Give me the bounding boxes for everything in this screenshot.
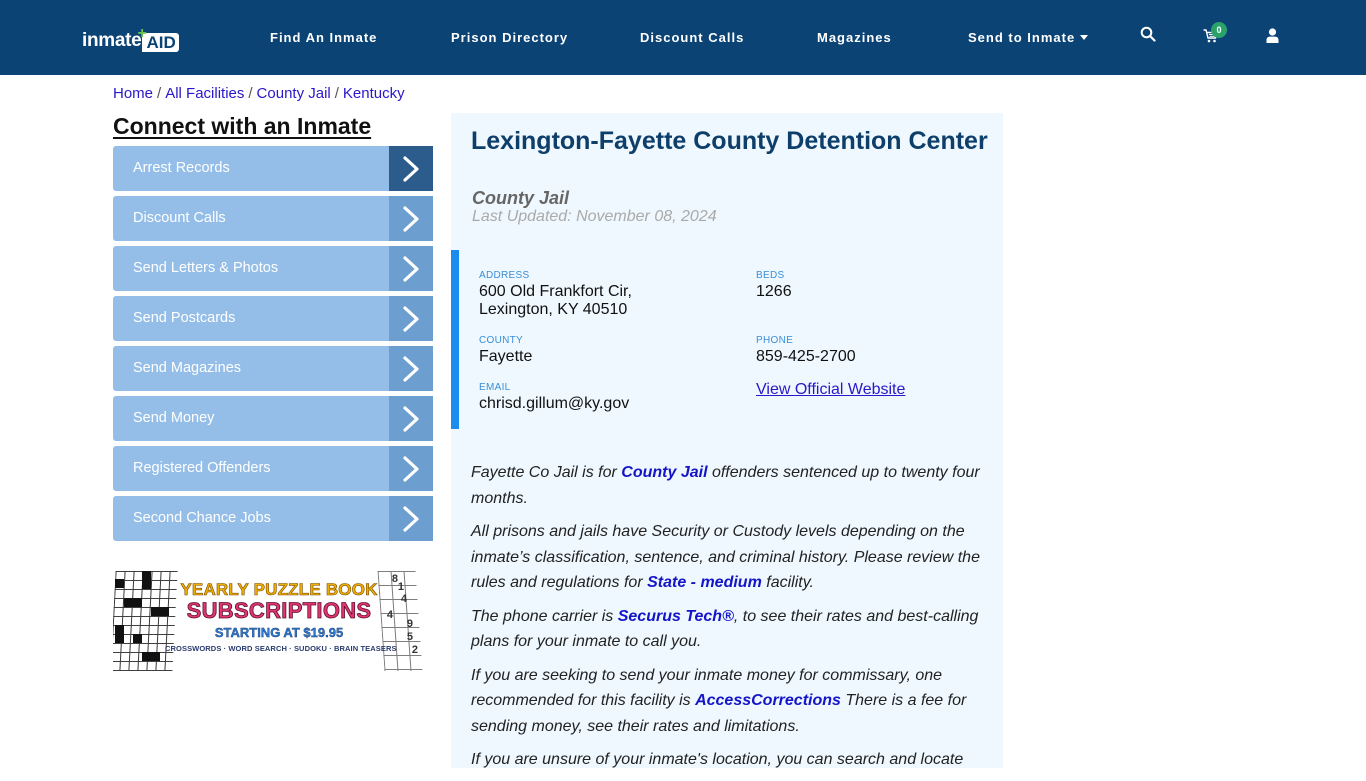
- facility-description: Fayette Co Jail is for County Jail offen…: [471, 460, 991, 781]
- crossword-block: [142, 652, 160, 661]
- sidebar-item-send-money[interactable]: Send Money: [113, 396, 433, 441]
- sidebar-item-label: Registered Offenders: [133, 460, 271, 476]
- text: Fayette Co Jail is for: [471, 464, 622, 481]
- beds-value: 1266: [756, 283, 792, 300]
- sudoku-number: 5: [406, 631, 413, 643]
- chevron-right-icon: [389, 196, 433, 241]
- banner-categories: CROSSWORDS · WORD SEARCH · SUDOKU · BRAI…: [165, 644, 397, 653]
- sidebar-item-send-magazines[interactable]: Send Magazines: [113, 346, 433, 391]
- email-label: EMAIL: [479, 382, 511, 393]
- nav-send-to-inmate-label: Send to Inmate: [968, 30, 1076, 45]
- top-navigation-bar: inmate + AID Find An Inmate Prison Direct…: [0, 0, 1366, 75]
- info-accent-bar: [451, 250, 459, 429]
- description-paragraph: Fayette Co Jail is for County Jail offen…: [471, 460, 991, 511]
- county-value: Fayette: [479, 348, 533, 365]
- breadcrumb: Home / All Facilities / County Jail / Kentucky: [113, 85, 405, 102]
- breadcrumb-separator: /: [334, 85, 339, 102]
- text: facility.: [761, 574, 814, 591]
- official-website-link[interactable]: View Official Website: [756, 381, 905, 399]
- crossword-block: [124, 598, 142, 607]
- breadcrumb-separator: /: [248, 85, 253, 102]
- description-paragraph: The phone carrier is Securus Tech®, to s…: [471, 604, 991, 655]
- crossword-block: [115, 625, 124, 643]
- facility-type: County Jail: [472, 188, 570, 208]
- sidebar-item-send-letters-photos[interactable]: Send Letters & Photos: [113, 246, 433, 291]
- inmateaid-logo[interactable]: inmate + AID: [82, 25, 179, 52]
- sidebar-item-label: Send Letters & Photos: [133, 260, 279, 276]
- sidebar-menu: Arrest Records Discount Calls Send Lette…: [113, 146, 433, 546]
- nav-magazines[interactable]: Magazines: [817, 30, 892, 45]
- nav-discount-calls[interactable]: Discount Calls: [640, 30, 744, 45]
- breadcrumb-kentucky[interactable]: Kentucky: [343, 85, 405, 102]
- sudoku-number: 1: [397, 581, 404, 593]
- sudoku-number: 2: [411, 644, 418, 656]
- breadcrumb-all-facilities[interactable]: All Facilities: [165, 85, 244, 102]
- security-level-link[interactable]: State - medium: [647, 574, 762, 591]
- address-line-2: Lexington, KY 40510: [479, 301, 628, 318]
- banner-price: STARTING AT $19.95: [214, 625, 344, 640]
- phone-carrier-link[interactable]: Securus Tech®: [618, 608, 734, 625]
- chevron-right-icon: [389, 246, 433, 291]
- address-label: ADDRESS: [479, 270, 530, 281]
- sudoku-number: 4: [386, 609, 393, 621]
- chevron-right-icon: [389, 496, 433, 541]
- puzzle-subscription-banner[interactable]: 8 1 4 4 9 5 2 YEARLY PUZZLE BOOK SUBSCRI…: [113, 571, 423, 671]
- breadcrumb-county-jail[interactable]: County Jail: [257, 85, 331, 102]
- sidebar-item-second-chance-jobs[interactable]: Second Chance Jobs: [113, 496, 433, 541]
- email-value: chrisd.gillum@ky.gov: [479, 395, 630, 412]
- phone-label: PHONE: [756, 335, 794, 346]
- crossword-block: [115, 579, 124, 588]
- banner-subscriptions: SUBSCRIPTIONS: [186, 598, 372, 624]
- cart-count-badge: 0: [1211, 22, 1227, 38]
- breadcrumb-home[interactable]: Home: [113, 85, 153, 102]
- chevron-right-icon: [389, 396, 433, 441]
- last-updated: Last Updated: November 08, 2024: [472, 208, 717, 225]
- sidebar-item-arrest-records[interactable]: Arrest Records: [113, 146, 433, 191]
- chevron-right-icon: [389, 146, 433, 191]
- logo-plus-icon: +: [137, 25, 147, 42]
- breadcrumb-separator: /: [157, 85, 162, 102]
- sidebar-item-label: Arrest Records: [133, 160, 230, 176]
- sidebar-item-discount-calls[interactable]: Discount Calls: [113, 196, 433, 241]
- county-label: COUNTY: [479, 335, 524, 346]
- user-icon[interactable]: [1266, 28, 1286, 48]
- logo-text-aid: + AID: [137, 25, 179, 52]
- facility-info-box: ADDRESS 600 Old Frankfort Cir, Lexington…: [451, 250, 1003, 429]
- beds-label: BEDS: [756, 270, 785, 281]
- banner-headline: YEARLY PUZZLE BOOK: [180, 580, 378, 600]
- sidebar-item-send-postcards[interactable]: Send Postcards: [113, 296, 433, 341]
- text: The phone carrier is: [471, 607, 618, 625]
- sidebar-item-label: Send Money: [133, 410, 215, 426]
- search-icon[interactable]: [1140, 26, 1160, 46]
- description-paragraph: All prisons and jails have Security or C…: [471, 519, 991, 596]
- logo-text-inmate: inmate: [82, 30, 142, 51]
- chevron-right-icon: [389, 446, 433, 491]
- sidebar-item-label: Discount Calls: [133, 210, 226, 226]
- crossword-block: [142, 571, 151, 589]
- address-line-1: 600 Old Frankfort Cir,: [479, 283, 632, 300]
- phone-value: 859-425-2700: [756, 348, 856, 365]
- sidebar-title: Connect with an Inmate: [113, 113, 372, 139]
- chevron-right-icon: [389, 346, 433, 391]
- description-paragraph: If you are unsure of your inmate's locat…: [471, 747, 991, 773]
- county-jail-link[interactable]: County Jail: [621, 464, 707, 481]
- sidebar-item-label: Send Magazines: [133, 360, 242, 376]
- text: If you are unsure of your inmate's locat…: [471, 751, 964, 768]
- sidebar-item-registered-offenders[interactable]: Registered Offenders: [113, 446, 433, 491]
- crossword-block: [133, 634, 142, 643]
- sidebar-item-label: Send Postcards: [133, 310, 236, 326]
- facility-name: Lexington-Fayette County Detention Cente…: [471, 127, 988, 155]
- nav-find-an-inmate[interactable]: Find An Inmate: [270, 30, 377, 45]
- sudoku-number: 4: [400, 593, 407, 605]
- logo-aid-label: AID: [146, 33, 176, 52]
- description-paragraph: If you are seeking to send your inmate m…: [471, 663, 991, 740]
- chevron-right-icon: [389, 296, 433, 341]
- sudoku-number: 9: [406, 618, 413, 630]
- nav-prison-directory[interactable]: Prison Directory: [451, 30, 568, 45]
- money-provider-link[interactable]: AccessCorrections: [695, 692, 841, 709]
- caret-down-icon: [1080, 35, 1089, 40]
- nav-send-to-inmate[interactable]: Send to Inmate: [968, 30, 1089, 45]
- crossword-block: [151, 607, 169, 616]
- sidebar-item-label: Second Chance Jobs: [133, 510, 271, 526]
